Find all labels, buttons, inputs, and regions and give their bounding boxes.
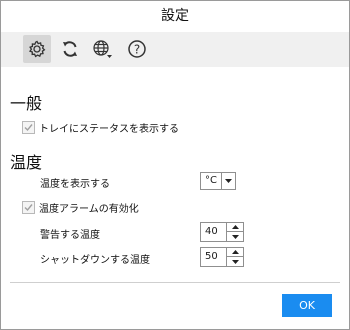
shutdown-temperature-value: 50 bbox=[205, 251, 218, 262]
general-section-title: 一般 bbox=[10, 94, 43, 113]
refresh-button[interactable] bbox=[56, 35, 84, 63]
settings-tab-button[interactable] bbox=[23, 35, 51, 63]
spin-down-button[interactable] bbox=[227, 257, 243, 266]
gear-icon bbox=[28, 40, 46, 58]
spin-buttons bbox=[226, 248, 243, 266]
tray-status-label: トレイにステータスを表示する bbox=[39, 124, 179, 135]
toolbar: ? bbox=[1, 32, 349, 67]
warning-temperature-value: 40 bbox=[205, 226, 218, 237]
shutdown-temperature-label: シャットダウンする温度 bbox=[40, 255, 150, 266]
temperature-alarm-checkbox-row[interactable]: 温度アラームの有効化 bbox=[22, 200, 139, 215]
help-icon: ? bbox=[128, 40, 146, 58]
tray-status-checkbox-row[interactable]: トレイにステータスを表示する bbox=[22, 120, 179, 135]
spin-down-button[interactable] bbox=[227, 232, 243, 241]
chevron-down-icon bbox=[231, 259, 239, 264]
warning-temperature-label: 警告する温度 bbox=[40, 230, 100, 241]
globe-icon bbox=[93, 40, 112, 58]
chevron-up-icon bbox=[231, 225, 239, 229]
chevron-up-icon bbox=[231, 250, 239, 254]
spin-up-button[interactable] bbox=[227, 223, 243, 232]
settings-window: 設定 ? 一般 トレイにステータスを表示する 温度 温度を表示する °C 温度ア… bbox=[0, 0, 350, 330]
chevron-down-icon bbox=[225, 179, 232, 183]
temperature-unit-select[interactable]: °C bbox=[200, 172, 236, 190]
shutdown-temperature-spinbox[interactable]: 50 bbox=[200, 247, 244, 267]
temperature-alarm-label: 温度アラームの有効化 bbox=[39, 204, 139, 215]
temperature-section-title: 温度 bbox=[10, 153, 43, 172]
refresh-icon bbox=[63, 41, 77, 57]
dropdown-arrow[interactable] bbox=[221, 173, 235, 189]
temperature-display-label: 温度を表示する bbox=[40, 179, 110, 190]
footer-divider bbox=[10, 282, 340, 283]
language-button[interactable] bbox=[89, 35, 117, 63]
chevron-down-icon bbox=[231, 234, 239, 239]
temperature-unit-value: °C bbox=[205, 175, 217, 186]
tray-status-checkbox[interactable] bbox=[22, 121, 35, 134]
spin-buttons bbox=[226, 223, 243, 241]
svg-text:?: ? bbox=[134, 42, 140, 56]
temperature-alarm-checkbox[interactable] bbox=[22, 201, 35, 214]
window-title: 設定 bbox=[161, 8, 189, 24]
spin-up-button[interactable] bbox=[227, 248, 243, 257]
ok-button[interactable]: OK bbox=[282, 294, 332, 317]
checkmark-icon bbox=[24, 124, 33, 132]
warning-temperature-spinbox[interactable]: 40 bbox=[200, 222, 244, 242]
help-button[interactable]: ? bbox=[123, 35, 151, 63]
checkmark-icon bbox=[24, 204, 33, 212]
